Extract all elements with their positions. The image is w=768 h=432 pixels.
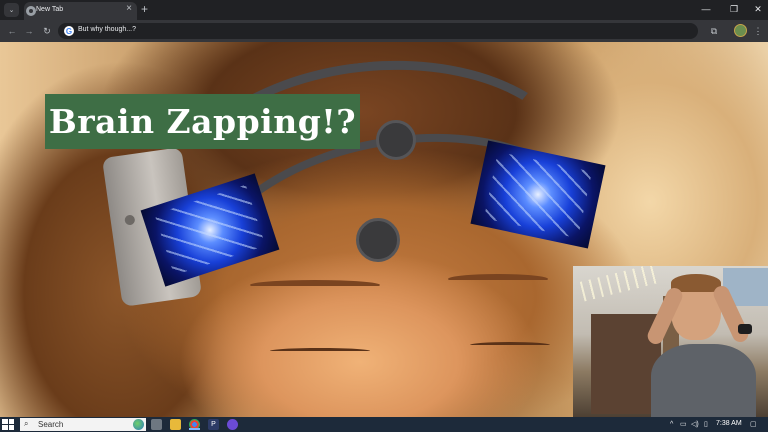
title-banner: Brain Zapping!? xyxy=(45,94,360,149)
taskbar: ⌕ Search P ^ ▭ ◁) ▯ 7:38 AM ▢ xyxy=(0,417,768,432)
new-tab-button[interactable]: + xyxy=(141,2,148,16)
puzzle-piece-icon: ⧉ xyxy=(710,25,718,36)
app-p-icon[interactable]: P xyxy=(208,419,219,430)
address-bar-text: But why though...? xyxy=(78,26,136,33)
extensions-button[interactable]: ⧉ xyxy=(707,24,721,38)
reload-icon: ↻ xyxy=(43,25,51,36)
show-hidden-icons-icon[interactable]: ^ xyxy=(670,419,673,430)
webcam-overlay xyxy=(573,266,768,417)
eyebrow-right xyxy=(448,274,548,284)
windows-logo-icon xyxy=(2,419,8,424)
address-bar[interactable]: G But why though...? xyxy=(58,23,698,39)
forward-button[interactable]: → xyxy=(22,24,36,38)
chevron-down-icon: ⌄ xyxy=(8,7,15,14)
tab-new-tab[interactable]: New Tab × xyxy=(24,2,137,20)
chrome-taskbar-icon[interactable] xyxy=(189,419,200,430)
tab-strip: ⌄ New Tab × + — ❐ ✕ xyxy=(0,0,768,20)
notifications-icon[interactable]: ▢ xyxy=(750,419,757,430)
browser-toolbar: ← → ↻ G But why though...? ⧉ ⋮ xyxy=(0,20,768,42)
file-explorer-icon[interactable] xyxy=(170,419,181,430)
taskbar-search-label: Search xyxy=(38,420,64,429)
chrome-favicon-icon xyxy=(26,6,36,16)
chrome-menu-button[interactable]: ⋮ xyxy=(751,24,765,38)
tab-title: New Tab xyxy=(36,6,64,13)
search-highlight-icon xyxy=(133,419,144,430)
eyebrow-left xyxy=(250,280,380,290)
watch-icon xyxy=(738,324,752,334)
kebab-menu-icon: ⋮ xyxy=(753,25,763,36)
closed-eye-right xyxy=(470,342,550,348)
taskbar-clock[interactable]: 7:38 AM xyxy=(716,420,742,427)
presenter-body xyxy=(651,344,756,417)
task-view-icon[interactable] xyxy=(151,419,162,430)
active-app-indicator xyxy=(189,428,200,430)
tab-search-button[interactable]: ⌄ xyxy=(4,3,19,17)
start-button[interactable] xyxy=(2,419,14,430)
electrode-icon xyxy=(376,120,416,160)
reload-button[interactable]: ↻ xyxy=(40,24,54,38)
profile-avatar[interactable] xyxy=(734,24,747,37)
string-lights xyxy=(579,266,663,302)
electrode-icon xyxy=(356,218,400,262)
back-button[interactable]: ← xyxy=(5,24,19,38)
headset-button-icon xyxy=(124,214,136,226)
arrow-left-icon: ← xyxy=(7,26,17,36)
closed-eye-left xyxy=(270,348,370,354)
restore-button[interactable]: ❐ xyxy=(724,2,744,16)
minimize-button[interactable]: — xyxy=(696,2,716,16)
close-window-button[interactable]: ✕ xyxy=(748,2,768,16)
video-title: Brain Zapping!? xyxy=(48,102,357,141)
taskbar-search[interactable]: ⌕ Search xyxy=(20,418,146,431)
network-icon[interactable]: ▭ xyxy=(680,419,687,430)
search-icon: ⌕ xyxy=(24,419,29,428)
app-purple-icon[interactable] xyxy=(227,419,238,430)
close-tab-icon[interactable]: × xyxy=(126,3,132,14)
volume-icon[interactable]: ◁) xyxy=(691,419,699,430)
battery-icon[interactable]: ▯ xyxy=(704,419,708,430)
arrow-right-icon: → xyxy=(24,26,34,36)
google-g-icon: G xyxy=(64,26,74,36)
